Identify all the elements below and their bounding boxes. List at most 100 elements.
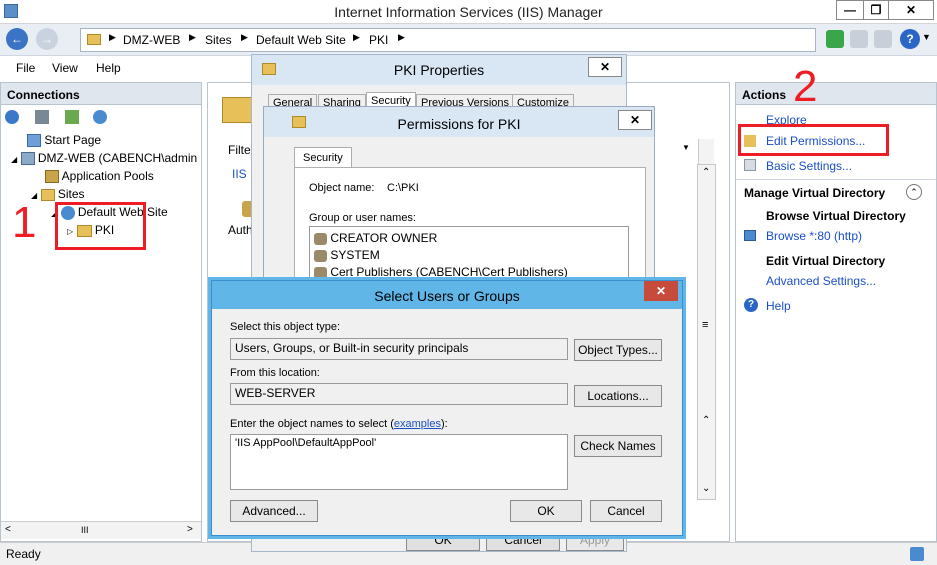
- select-users-dialog: Select Users or Groups ✕ Select this obj…: [211, 280, 683, 536]
- scroll-thumb[interactable]: III: [81, 525, 89, 535]
- permissions-titlebar: Permissions for PKI ✕: [264, 107, 654, 137]
- group-names-label: Group or user names:: [309, 212, 416, 224]
- check-names-button[interactable]: Check Names: [574, 435, 662, 457]
- list-item[interactable]: SYSTEM: [314, 248, 380, 262]
- menu-view[interactable]: View: [52, 61, 78, 75]
- crumb-separator-icon: ▶: [241, 32, 248, 42]
- object-names-label: Enter the object names to select (exampl…: [230, 418, 448, 430]
- location-label: From this location:: [230, 367, 320, 379]
- object-name-value: C:\PKI: [387, 182, 419, 194]
- group-names-list[interactable]: CREATOR OWNER SYSTEM Cert Publishers (CA…: [309, 226, 629, 282]
- up-icon[interactable]: [65, 110, 79, 124]
- locations-button[interactable]: Locations...: [574, 385, 662, 407]
- tree-start-page[interactable]: Start Page: [27, 133, 101, 148]
- close-icon[interactable]: ✕: [618, 110, 652, 130]
- permissions-title: Permissions for PKI: [397, 116, 521, 132]
- annotation-box-pki: [55, 202, 146, 250]
- list-item[interactable]: Cert Publishers (CABENCH\Cert Publishers…: [314, 265, 568, 279]
- sites-folder-icon: [40, 188, 55, 201]
- menu-file[interactable]: File: [16, 61, 35, 75]
- users-icon: [314, 232, 327, 245]
- tab-security[interactable]: Security: [294, 147, 352, 169]
- crumb-separator-icon: ▶: [189, 32, 196, 42]
- crumb-separator-icon: ▶: [398, 32, 405, 42]
- cancel-button[interactable]: Cancel: [590, 500, 662, 522]
- crumb-dmz-web[interactable]: DMZ-WEB: [123, 33, 180, 47]
- basic-settings-icon: [744, 159, 756, 171]
- chevron-down-icon[interactable]: ▼: [682, 143, 690, 152]
- iis-group-label: IIS: [232, 167, 247, 181]
- pki-folder-icon: [222, 97, 252, 123]
- home-icon[interactable]: [874, 30, 892, 48]
- app-pools-icon: [45, 170, 59, 184]
- advanced-button[interactable]: Advanced...: [230, 500, 318, 522]
- disconnect-icon[interactable]: [93, 110, 107, 124]
- scroll-up-icon[interactable]: ⌃: [702, 167, 710, 178]
- manage-section-header: Manage Virtual Directory ⌃: [736, 179, 936, 201]
- examples-link[interactable]: examples: [394, 418, 441, 430]
- scroll-grip-icon[interactable]: ≡: [702, 319, 708, 331]
- scroll-up-icon[interactable]: ⌃: [702, 415, 710, 426]
- users-icon: [314, 266, 327, 279]
- tree-application-pools[interactable]: Application Pools: [45, 169, 154, 184]
- advanced-settings-link[interactable]: Advanced Settings...: [766, 274, 876, 288]
- object-name-label: Object name:: [309, 182, 375, 194]
- basic-settings-link[interactable]: Basic Settings...: [766, 159, 852, 173]
- crumb-separator-icon: ▶: [109, 32, 116, 42]
- save-icon[interactable]: [35, 110, 49, 124]
- address-bar: ← → ▶ DMZ-WEB ▶ Sites ▶ Default Web Site…: [0, 24, 937, 56]
- close-icon[interactable]: ✕: [588, 57, 622, 77]
- pki-properties-titlebar: PKI Properties ✕: [252, 55, 626, 85]
- scroll-left-icon[interactable]: <: [5, 524, 11, 535]
- auth-label: Auth: [228, 223, 253, 237]
- browse-title: Browse Virtual Directory: [766, 209, 906, 223]
- object-type-label: Select this object type:: [230, 321, 341, 333]
- list-item[interactable]: CREATOR OWNER: [314, 231, 437, 245]
- close-button[interactable]: ✕: [888, 0, 934, 20]
- expand-icon[interactable]: ◢: [11, 155, 17, 164]
- annotation-number-1: 1: [12, 198, 37, 247]
- chevron-down-icon[interactable]: ▼: [922, 32, 931, 42]
- help-link[interactable]: Help: [766, 299, 791, 313]
- close-icon[interactable]: ✕: [644, 281, 678, 301]
- browse-link[interactable]: Browse *:80 (http): [766, 229, 862, 243]
- collapse-section-icon[interactable]: ⌃: [906, 184, 922, 200]
- connections-title: Connections: [1, 83, 201, 105]
- connect-icon[interactable]: [5, 110, 19, 124]
- location-field: WEB-SERVER: [230, 383, 568, 405]
- menu-help[interactable]: Help: [96, 61, 121, 75]
- stop-icon[interactable]: [850, 30, 868, 48]
- window-title: Internet Information Services (IIS) Mana…: [334, 4, 603, 20]
- help-icon: ?: [744, 298, 758, 312]
- help-icon[interactable]: ?: [900, 29, 920, 49]
- object-types-button[interactable]: Object Types...: [574, 339, 662, 361]
- horizontal-scrollbar[interactable]: < III >: [1, 521, 201, 539]
- connections-toolbar: [1, 105, 201, 129]
- center-vertical-scrollbar[interactable]: ⌃ ≡ ⌃ ⌄: [697, 164, 716, 500]
- crumb-default-web-site[interactable]: Default Web Site: [256, 33, 346, 47]
- restore-button[interactable]: ❐: [863, 0, 889, 20]
- ok-button[interactable]: OK: [510, 500, 582, 522]
- object-type-field: Users, Groups, or Built-in security prin…: [230, 338, 568, 360]
- scroll-right-icon[interactable]: >: [187, 524, 193, 535]
- window-title-bar: Internet Information Services (IIS) Mana…: [0, 0, 937, 24]
- select-users-title: Select Users or Groups: [374, 288, 520, 304]
- forward-button[interactable]: →: [36, 28, 58, 50]
- tree-sites[interactable]: ◢ Sites: [31, 187, 85, 201]
- tree-server[interactable]: ◢ DMZ-WEB (CABENCH\admin: [11, 151, 197, 166]
- annotation-number-2: 2: [793, 62, 818, 111]
- back-button[interactable]: ←: [6, 28, 28, 50]
- folder-icon: [87, 34, 101, 45]
- select-users-titlebar: Select Users or Groups ✕: [212, 281, 682, 309]
- crumb-separator-icon: ▶: [353, 32, 360, 42]
- crumb-sites[interactable]: Sites: [205, 33, 232, 47]
- annotation-box-edit-permissions: [738, 124, 889, 156]
- manage-title: Manage Virtual Directory: [744, 186, 886, 200]
- scroll-down-icon[interactable]: ⌄: [702, 483, 710, 494]
- crumb-pki[interactable]: PKI: [369, 33, 388, 47]
- actions-title: Actions: [736, 83, 936, 105]
- refresh-icon[interactable]: [826, 30, 844, 48]
- minimize-button[interactable]: —: [836, 0, 864, 20]
- object-names-input[interactable]: 'IIS AppPool\DefaultAppPool': [230, 434, 568, 490]
- filter-label: Filte: [228, 143, 251, 157]
